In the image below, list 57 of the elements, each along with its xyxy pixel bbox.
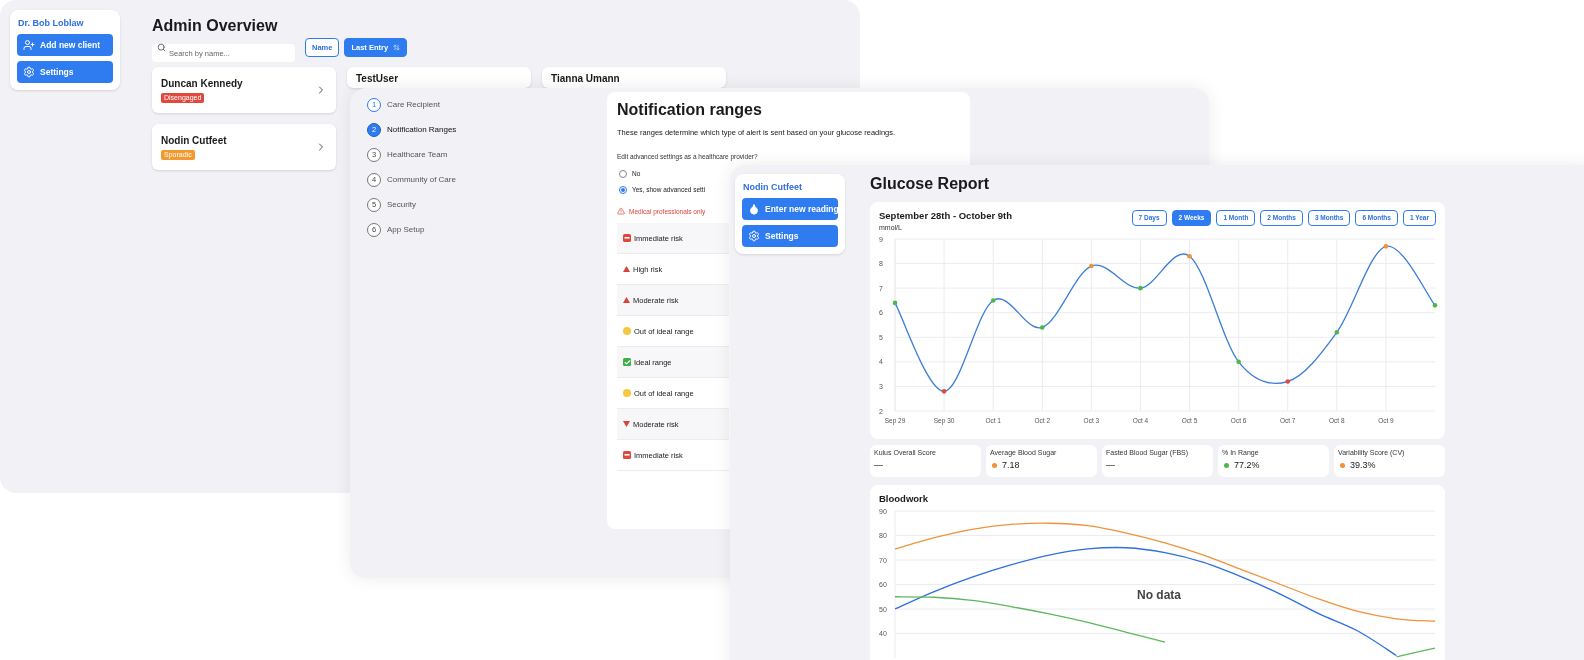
step-label[interactable]: Notification Ranges [387, 124, 457, 136]
check-icon [623, 358, 631, 367]
client-name: TestUser [356, 73, 399, 85]
step-label[interactable]: Care Recipient [387, 99, 440, 111]
panel-title: Notification ranges [617, 100, 763, 120]
data-point [1187, 253, 1192, 259]
data-point [1138, 285, 1143, 291]
stat-value: — [1106, 459, 1115, 471]
radio-button[interactable] [619, 185, 627, 194]
page-title: Glucose Report [870, 174, 991, 194]
card-title: Bloodwork [878, 493, 930, 505]
drop-icon [748, 203, 760, 215]
data-point [1236, 359, 1241, 365]
data-point [892, 300, 898, 306]
settings-icon [748, 230, 760, 242]
data-point [1334, 330, 1340, 335]
user-name: Dr. Bob Loblaw [17, 17, 85, 29]
data-point [990, 298, 996, 303]
search-icon [157, 43, 166, 52]
data-point [1285, 379, 1291, 384]
down-triangle-icon [623, 421, 630, 428]
sidebar-button[interactable]: Settings [742, 225, 838, 247]
warning-icon [617, 207, 625, 216]
user-name: Nodin Cutfeet [742, 181, 803, 193]
stat-value: 77.2% [1234, 459, 1260, 471]
add-user-icon [23, 39, 35, 51]
chart-title: September 28th - October 9th [879, 210, 1013, 222]
empty-message: No data [1137, 587, 1181, 604]
sidebar-button[interactable]: Settings [17, 61, 113, 83]
settings-icon [23, 66, 35, 78]
sidebar-button[interactable]: Enter new reading [742, 198, 838, 220]
up-triangle-icon [623, 297, 630, 304]
data-point [941, 389, 947, 394]
data-point [1383, 244, 1389, 249]
emergency-icon [623, 234, 631, 243]
stat-value: — [874, 459, 883, 471]
client-card[interactable]: TestUser [347, 67, 531, 88]
radio-button[interactable] [619, 169, 627, 178]
step-label[interactable]: App Setup [387, 224, 425, 236]
data-point [1089, 263, 1094, 269]
client-name: Nodin Cutfeet [161, 134, 227, 147]
data-point [1432, 303, 1438, 308]
up-triangle-icon [623, 266, 630, 273]
data-point [1039, 325, 1045, 330]
step-label[interactable]: Security [387, 199, 416, 211]
step-label[interactable]: Community of Care [387, 174, 456, 186]
page-title: Admin Overview [152, 16, 279, 36]
sidebar-button[interactable]: Add new client [17, 34, 113, 56]
stat-value: 39.3% [1350, 459, 1376, 471]
circle-icon [623, 389, 631, 398]
circle-icon [623, 327, 631, 336]
client-card[interactable]: Tianna Umann [542, 67, 726, 88]
client-name: Tianna Umann [551, 73, 620, 85]
step-label[interactable]: Healthcare Team [387, 149, 448, 161]
emergency-icon [623, 451, 631, 460]
stat-value: 7.18 [1002, 459, 1020, 471]
client-name: Duncan Kennedy [161, 77, 243, 90]
